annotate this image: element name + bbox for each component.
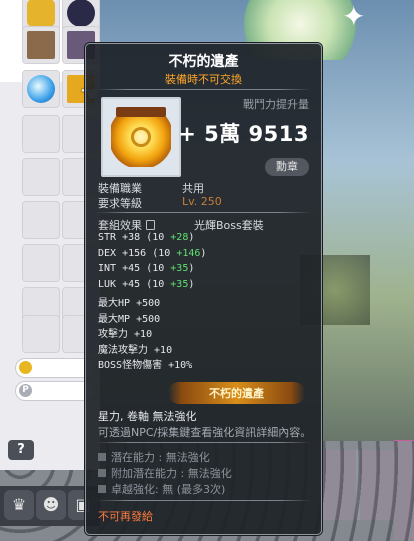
item-name: 不朽的遺產	[168, 54, 239, 70]
medal-icon	[111, 107, 171, 167]
stat-total: +500	[136, 298, 161, 309]
stat-name: 最大MP	[98, 313, 131, 325]
stat-line: 魔法攻擊力 +10	[98, 341, 172, 356]
combat-power-label: 戰鬥力提升量	[243, 98, 309, 111]
exceptional-row: 卓越強化: 無 (最多3次)	[98, 481, 225, 497]
stat-name: INT	[98, 263, 117, 274]
reissue-warning: 不可再發給	[98, 510, 153, 523]
enhance-hint: 可透過NPC/採集鍵查看強化資訊詳細內容。	[98, 426, 312, 439]
meso-coin-icon	[19, 361, 32, 374]
inventory-slot[interactable]	[22, 115, 60, 153]
square-bullet-icon	[98, 453, 106, 461]
medal-category-badge: 勳章	[265, 158, 309, 176]
potential-row: 潛在能力 : 無法強化	[98, 449, 210, 465]
stat-total: +10	[154, 344, 173, 356]
stat-base: (10	[146, 278, 171, 290]
stat-total: +10%	[168, 360, 193, 371]
stat-close: )	[200, 247, 207, 259]
dark-item-icon	[67, 0, 95, 27]
set-effect-row: 套組效果 光輝Boss套裝	[98, 217, 264, 233]
potential-text: 潛在能力 : 無法強化	[111, 451, 210, 464]
inventory-slot[interactable]	[22, 158, 60, 196]
divider	[96, 500, 311, 501]
level-row: 要求等級 Lv. 250	[98, 195, 222, 211]
stat-name: DEX	[98, 247, 117, 259]
stat-line: BOSS怪物傷害 +10%	[98, 356, 192, 371]
stat-base: (10	[152, 247, 177, 259]
stat-name: 魔法攻擊力	[98, 344, 148, 356]
inventory-slot[interactable]	[22, 201, 60, 239]
stat-close: )	[188, 263, 195, 274]
stat-name: STR	[98, 232, 117, 243]
lock-icon	[146, 220, 155, 230]
stat-name: BOSS怪物傷害	[98, 360, 163, 371]
inventory-slot[interactable]	[22, 26, 60, 64]
square-bullet-icon	[98, 469, 106, 477]
stat-name: 最大HP	[98, 298, 131, 309]
square-bullet-icon	[98, 485, 106, 493]
stat-base: (10	[146, 263, 171, 274]
stat-line: INT +45 (10 +35)	[98, 263, 194, 274]
set-name: 光輝Boss套裝	[194, 219, 264, 232]
stat-total: +10	[134, 329, 153, 340]
stat-bonus: +146	[176, 247, 201, 259]
character-icon[interactable]: ☻	[36, 490, 66, 520]
stat-name: 攻擊力	[98, 329, 128, 340]
bonus-potential-text: 附加潛在能力 : 無法強化	[111, 467, 232, 480]
star-icon: ✦	[342, 0, 366, 33]
points-coin-icon: P	[19, 384, 32, 397]
banner-text: 不朽的遺產	[209, 387, 264, 400]
inventory-slot[interactable]	[22, 244, 60, 282]
stat-total: +500	[136, 313, 161, 325]
stat-line: 最大HP +500	[98, 294, 160, 309]
stat-close: )	[188, 278, 195, 290]
gold-item-icon	[27, 0, 55, 27]
crown-icon[interactable]: ♛	[4, 490, 34, 520]
combat-power-value: + 5萬 9513	[178, 122, 309, 146]
bonus-potential-row: 附加潛在能力 : 無法強化	[98, 465, 232, 481]
stat-bonus: +35	[170, 263, 189, 274]
exceptional-text: 卓越強化: 無 (最多3次)	[111, 483, 226, 496]
stat-close: )	[188, 232, 195, 243]
stat-line: DEX +156 (10 +146)	[98, 248, 206, 259]
level-label: 要求等級	[98, 197, 142, 210]
stat-name: LUK	[98, 278, 117, 290]
job-label: 裝備職業	[98, 182, 142, 195]
stat-line: 最大MP +500	[98, 310, 160, 325]
job-row: 裝備職業 共用	[98, 180, 204, 196]
item-tooltip: 不朽的遺產 裝備時不可交換 戰鬥力提升量 + 5萬 9513 勳章 裝備職業 共…	[85, 43, 322, 535]
divider	[96, 89, 311, 90]
blue-orb-item-icon	[27, 75, 55, 103]
trade-restriction: 裝備時不可交換	[165, 73, 242, 86]
stat-base: (10	[146, 232, 171, 243]
stat-total: +45	[122, 263, 141, 274]
stat-line: LUK +45 (10 +35)	[98, 279, 194, 290]
pendant-item-icon	[27, 31, 55, 59]
inventory-slot[interactable]	[22, 315, 60, 353]
stat-total: +45	[122, 278, 141, 290]
stat-total: +156	[122, 247, 147, 259]
stat-line: STR +38 (10 +28)	[98, 232, 194, 243]
help-button[interactable]: ?	[8, 440, 34, 460]
inventory-slot[interactable]	[22, 70, 60, 108]
level-value: Lv. 250	[182, 195, 222, 208]
stat-total: +38	[122, 232, 141, 243]
item-name-banner: 不朽的遺產	[168, 382, 305, 404]
enhance-note: 星力, 卷軸 無法強化	[98, 410, 197, 423]
stat-bonus: +35	[170, 278, 189, 290]
stat-line: 攻擊力 +10	[98, 325, 152, 340]
job-value: 共用	[182, 182, 204, 195]
stat-bonus: +28	[170, 232, 189, 243]
divider	[96, 212, 311, 213]
set-effect-label: 套組效果	[98, 219, 142, 232]
item-icon-frame	[101, 97, 181, 177]
divider	[96, 442, 311, 443]
